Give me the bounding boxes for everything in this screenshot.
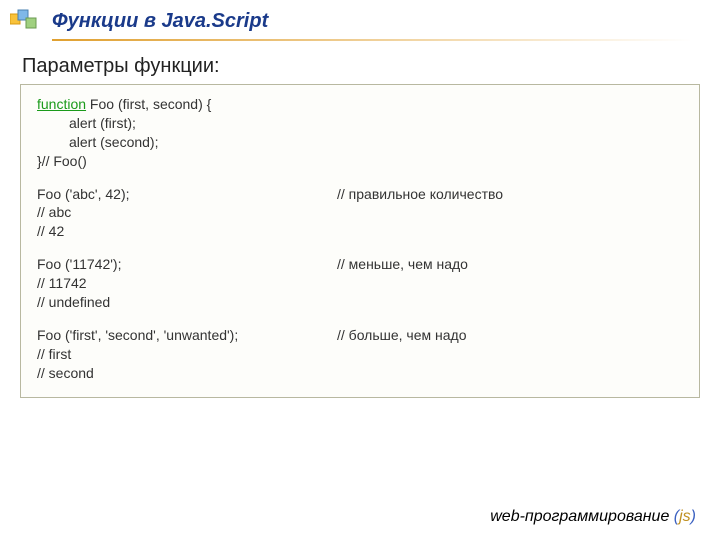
example-1-comment: // правильное количество (337, 185, 683, 204)
code-example-box: function Foo (first, second) { alert (fi… (20, 84, 700, 398)
def-line-1: Foo (first, second) { (86, 96, 211, 112)
function-definition: function Foo (first, second) { alert (fi… (37, 95, 683, 171)
def-line-3: alert (second); (37, 133, 683, 152)
keyword-function: function (37, 96, 86, 112)
page-title: Функции в Java.Script (52, 10, 268, 32)
example-3: Foo ('first', 'second', 'unwanted'); // … (37, 326, 683, 345)
logo-icon (10, 8, 46, 32)
example-3-call: Foo ('first', 'second', 'unwanted'); (37, 326, 337, 345)
example-2-out2: // undefined (37, 293, 683, 312)
example-3-out2: // second (37, 364, 683, 383)
footer-paren-close: ) (691, 508, 696, 525)
example-1-out2: // 42 (37, 222, 683, 241)
example-2-call: Foo ('11742'); (37, 255, 337, 274)
example-1-call: Foo ('abc', 42); (37, 185, 337, 204)
header-divider (52, 39, 692, 41)
example-2: Foo ('11742'); // меньше, чем надо (37, 255, 683, 274)
example-3-out1: // first (37, 345, 683, 364)
example-2-comment: // меньше, чем надо (337, 255, 683, 274)
example-2-out1: // 11742 (37, 274, 683, 293)
example-1-out1: // abc (37, 203, 683, 222)
example-1: Foo ('abc', 42); // правильное количеств… (37, 185, 683, 204)
footer-text: web-программирование (js) (490, 508, 696, 526)
example-3-comment: // больше, чем надо (337, 326, 683, 345)
slide-header: Функции в Java.Script (0, 0, 720, 37)
section-subheading: Параметры функции: (22, 55, 720, 78)
def-line-4: }// Foo() (37, 152, 683, 171)
def-line-2: alert (first); (37, 114, 683, 133)
footer-js: js (679, 508, 691, 525)
footer-main: web-программирование (490, 508, 674, 525)
